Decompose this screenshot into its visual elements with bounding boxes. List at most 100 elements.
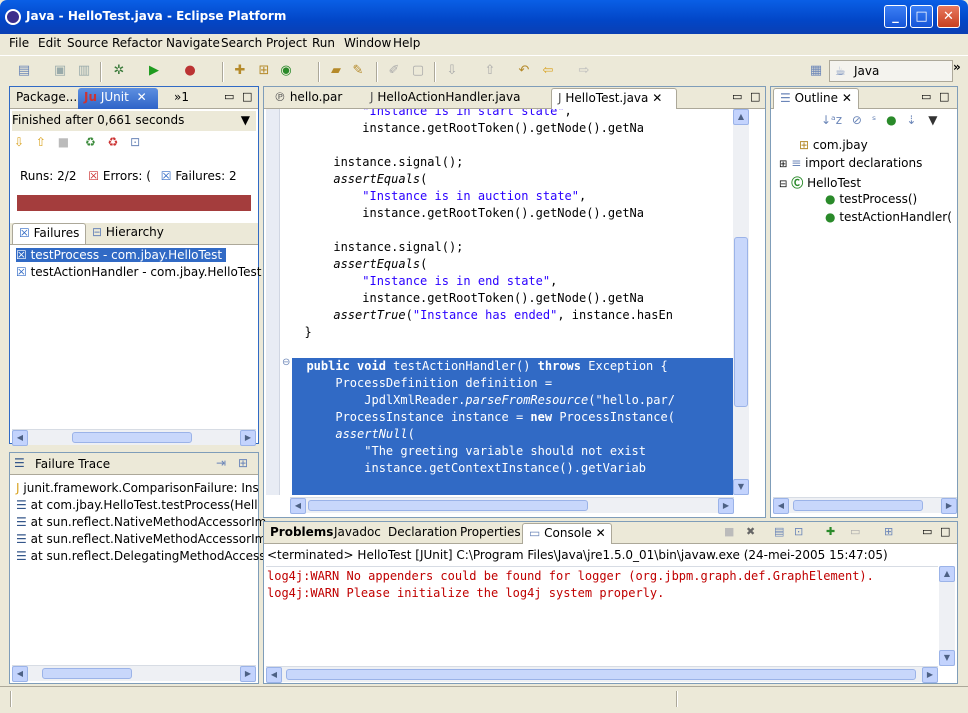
console-hscroll[interactable]: ◀ ▶ [266, 666, 938, 683]
toolbar-overflow[interactable]: » [953, 60, 961, 74]
menu-file[interactable]: File [9, 36, 29, 50]
test-item-testprocess[interactable]: ☒ testProcess - com.jbay.HelloTest [16, 248, 227, 262]
editor-hscroll[interactable]: ◀ ▶ [290, 497, 734, 514]
view-overflow[interactable]: »1 [168, 88, 195, 109]
tab-console[interactable]: ▭ Console ✕ [522, 523, 612, 544]
new-class-icon[interactable]: ◉ [278, 63, 294, 79]
tests-hscroll[interactable]: ◀ ▶ [12, 429, 256, 446]
rerun-icon[interactable]: ♻ [85, 135, 96, 149]
trace-line[interactable]: ☰ at sun.reflect.NativeMethodAccessorIm [16, 532, 266, 546]
hide-local-types-icon[interactable]: ⇣ [906, 113, 916, 127]
debug-icon[interactable]: ✲ [111, 63, 127, 79]
open-console-icon[interactable]: ⊞ [884, 525, 893, 538]
close-outline-icon[interactable]: ✕ [842, 91, 852, 105]
outline-item-package[interactable]: ⊞ com.jbay [799, 138, 868, 152]
open-perspective-icon[interactable]: ▦ [808, 63, 824, 79]
terminate-icon[interactable]: ■ [724, 525, 734, 538]
console-output[interactable]: log4j:WARN No appenders could be found f… [266, 566, 938, 666]
new-package-icon[interactable]: ⊞ [256, 63, 272, 79]
compare-icon[interactable]: ⊞ [238, 456, 248, 470]
trace-line[interactable]: J junit.framework.ComparisonFailure: Ins [16, 481, 259, 495]
tab-helloactionhandler[interactable]: J HelloActionHandler.java [364, 88, 526, 109]
outline-item-imports[interactable]: ⊞ ≡ import declarations [779, 156, 922, 170]
trace-line[interactable]: ☰ at sun.reflect.DelegatingMethodAccesso [16, 549, 273, 563]
tab-hellotest[interactable]: J HelloTest.java ✕ [551, 88, 677, 109]
tab-declaration[interactable]: Declaration [382, 523, 463, 544]
maximize-editor-icon[interactable]: □ [750, 90, 760, 103]
menu-help[interactable]: Help [393, 36, 420, 50]
hide-static-icon[interactable]: ˢ [872, 113, 876, 127]
test-item-testactionhandler[interactable]: ☒ testActionHandler - com.jbay.HelloTest [16, 265, 261, 279]
menu-window[interactable]: Window [344, 36, 391, 50]
menu-search[interactable]: Search [221, 36, 262, 50]
trace-line[interactable]: ☰ at com.jbay.HelloTest.testProcess(Hell [16, 498, 258, 512]
tab-hello-par[interactable]: ℗ hello.par [268, 88, 348, 109]
run-icon[interactable]: ▶ [146, 63, 162, 79]
rerun-failed-icon[interactable]: ♻ [108, 135, 119, 149]
trace-line[interactable]: ☰ at sun.reflect.NativeMethodAccessorIm [16, 515, 266, 529]
outline-item-method[interactable]: ● testProcess() [825, 192, 917, 206]
maximize-console-icon[interactable]: □ [940, 525, 950, 538]
external-tools-icon[interactable]: ● [182, 63, 198, 79]
previous-annotation-icon[interactable]: ⇧ [482, 63, 498, 79]
outline-item-class[interactable]: ⊟ Ⓒ HelloTest [779, 174, 861, 191]
minimize-outline-icon[interactable]: ▭ [921, 90, 931, 103]
view-menu-icon[interactable]: ▼ [241, 113, 250, 127]
edit-icon[interactable]: ✐ [386, 63, 402, 79]
search-icon[interactable]: ✎ [350, 63, 366, 79]
tab-package-explorer[interactable]: Package... [10, 88, 83, 109]
hide-fields-icon[interactable]: ⊘ [852, 113, 862, 127]
expand-icon[interactable]: ⊞ [779, 159, 787, 170]
save-icon[interactable]: ▣ [52, 63, 68, 79]
back-icon[interactable]: ⇦ [540, 63, 556, 79]
minimize-editor-icon[interactable]: ▭ [732, 90, 742, 103]
close-button[interactable]: ✕ [937, 5, 960, 28]
close-junit-tab-icon[interactable]: ✕ [137, 90, 147, 104]
hide-nonpublic-icon[interactable]: ● [886, 113, 896, 127]
remove-launches-icon[interactable]: ✖ [746, 525, 755, 538]
trace-hscroll[interactable]: ◀ ▶ [12, 665, 256, 682]
display-console-icon[interactable]: ▭ [850, 525, 860, 538]
code-text[interactable]: "Instance is in start state", instance.g… [290, 109, 734, 495]
scroll-lock-icon[interactable]: ⊡ [794, 525, 803, 538]
menu-source[interactable]: Source [67, 36, 108, 50]
last-edit-icon[interactable]: ↶ [516, 63, 532, 79]
minimize-button[interactable]: _ [884, 5, 907, 28]
console-vscroll[interactable]: ▲ ▼ [939, 566, 955, 666]
new-java-project-icon[interactable]: ✚ [232, 63, 248, 79]
minimize-console-icon[interactable]: ▭ [922, 525, 932, 538]
next-failure-icon[interactable]: ⇩ [14, 135, 24, 149]
outline-item-method[interactable]: ● testActionHandler( [825, 210, 952, 224]
lock-scroll-icon[interactable]: ⊡ [130, 135, 140, 149]
editor-vscroll[interactable]: ▲ ▼ [733, 109, 749, 495]
pin-console-icon[interactable]: ✚ [826, 525, 835, 538]
outline-hscroll[interactable]: ◀ ▶ [773, 497, 957, 514]
new-icon[interactable]: ▤ [16, 63, 32, 79]
tab-junit[interactable]: Ju JUnit ✕ [78, 88, 158, 109]
minimize-view-icon[interactable]: ▭ [224, 90, 234, 103]
menu-project[interactable]: Project [266, 36, 307, 50]
forward-icon[interactable]: ⇨ [576, 63, 592, 79]
maximize-outline-icon[interactable]: □ [939, 90, 949, 103]
perspective-switcher[interactable]: ☕ Java [829, 60, 953, 82]
previous-failure-icon[interactable]: ⇧ [36, 135, 46, 149]
tab-failures[interactable]: ☒ Failures [12, 223, 87, 244]
collapse-icon[interactable]: ⊟ [779, 179, 787, 190]
print-icon[interactable]: ▥ [76, 63, 92, 79]
stop-icon[interactable]: ■ [58, 135, 69, 149]
sort-icon[interactable]: ↓ᵃz [821, 113, 842, 127]
tab-outline[interactable]: ☰ Outline ✕ [773, 88, 859, 109]
filter-trace-icon[interactable]: ⇥ [216, 456, 226, 470]
toggle-mark-icon[interactable]: ▢ [410, 63, 426, 79]
menu-refactor[interactable]: Refactor [112, 36, 162, 50]
close-tab-icon[interactable]: ✕ [652, 91, 662, 105]
next-annotation-icon[interactable]: ⇩ [444, 63, 460, 79]
menu-navigate[interactable]: Navigate [166, 36, 220, 50]
open-type-icon[interactable]: ▰ [328, 63, 344, 79]
maximize-view-icon[interactable]: □ [242, 90, 252, 103]
title-bar[interactable]: Java - HelloTest.java - Eclipse Platform… [0, 0, 968, 34]
tab-properties[interactable]: Properties [454, 523, 527, 544]
menu-edit[interactable]: Edit [38, 36, 61, 50]
close-console-icon[interactable]: ✕ [596, 526, 606, 540]
tab-hierarchy[interactable]: ⊟ Hierarchy [86, 223, 170, 244]
